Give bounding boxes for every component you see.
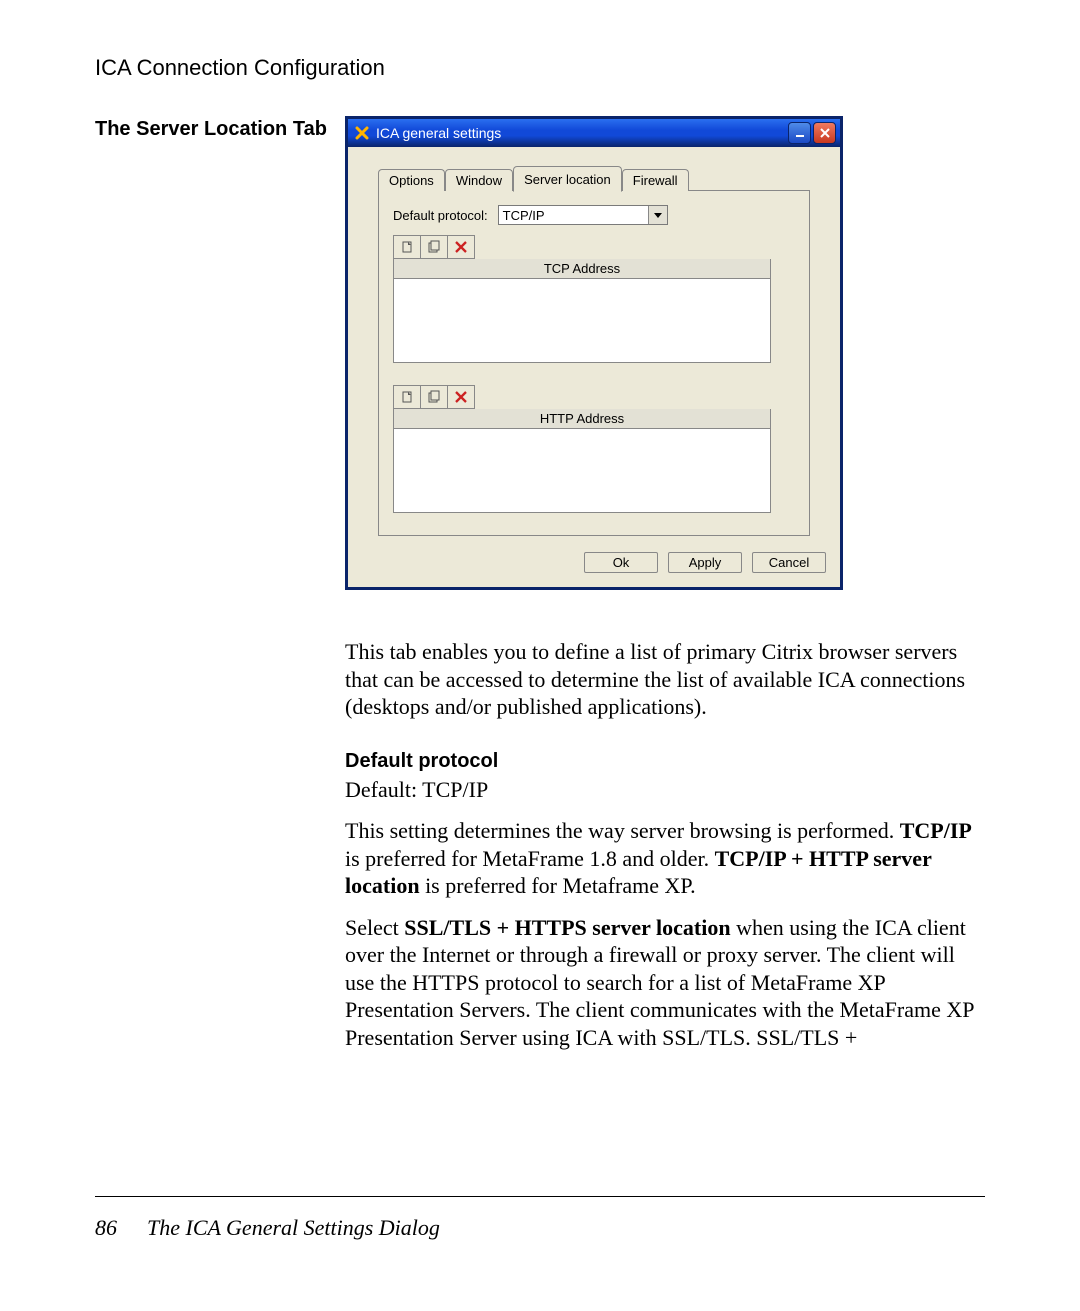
apply-button[interactable]: Apply — [668, 552, 742, 573]
cancel-button[interactable]: Cancel — [752, 552, 826, 573]
ica-general-settings-dialog: ICA general settings Options Window Serv… — [345, 116, 843, 590]
default-protocol-combo[interactable]: TCP/IP — [498, 205, 668, 225]
http-toolbar — [393, 385, 795, 409]
delete-icon[interactable] — [448, 235, 475, 259]
tcp-toolbar — [393, 235, 795, 259]
chevron-down-icon[interactable] — [648, 206, 667, 224]
tab-options[interactable]: Options — [378, 169, 445, 191]
page-footer: 86 The ICA General Settings Dialog — [95, 1196, 985, 1241]
new-icon[interactable] — [393, 235, 421, 259]
app-icon — [354, 125, 370, 141]
section-heading-default-protocol: Default protocol — [345, 749, 985, 774]
http-address-header[interactable]: HTTP Address — [393, 409, 771, 429]
tab-panel-server-location: Default protocol: TCP/IP — [378, 190, 810, 536]
dialog-footer: Ok Apply Cancel — [348, 540, 840, 587]
page-header: ICA Connection Configuration — [95, 55, 985, 81]
protocol-paragraph-2: Select SSL/TLS + HTTPS server location w… — [345, 914, 985, 1052]
footer-title: The ICA General Settings Dialog — [147, 1215, 440, 1241]
default-protocol-label: Default protocol: — [393, 208, 488, 223]
tab-server-location[interactable]: Server location — [513, 166, 622, 192]
ok-button[interactable]: Ok — [584, 552, 658, 573]
default-protocol-value: TCP/IP — [499, 208, 648, 223]
edit-icon[interactable] — [421, 385, 448, 409]
http-address-list[interactable] — [393, 429, 771, 513]
close-button[interactable] — [813, 122, 836, 144]
page-number: 86 — [95, 1215, 117, 1241]
tcp-address-list[interactable] — [393, 279, 771, 363]
sidebar-heading: The Server Location Tab — [95, 116, 345, 143]
default-value-line: Default: TCP/IP — [345, 776, 985, 804]
tcp-address-header[interactable]: TCP Address — [393, 259, 771, 279]
edit-icon[interactable] — [421, 235, 448, 259]
titlebar[interactable]: ICA general settings — [348, 119, 840, 147]
tab-bar: Options Window Server location Firewall — [378, 165, 826, 191]
new-icon[interactable] — [393, 385, 421, 409]
window-title: ICA general settings — [376, 125, 786, 141]
tab-window[interactable]: Window — [445, 169, 513, 191]
tab-firewall[interactable]: Firewall — [622, 169, 689, 191]
intro-paragraph: This tab enables you to define a list of… — [345, 638, 985, 721]
minimize-button[interactable] — [788, 122, 811, 144]
delete-icon[interactable] — [448, 385, 475, 409]
protocol-paragraph-1: This setting determines the way server b… — [345, 817, 985, 900]
